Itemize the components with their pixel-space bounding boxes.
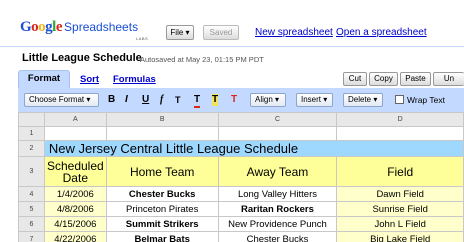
table-row: 2 New Jersey Central Little League Sched…: [18, 140, 464, 157]
row-header[interactable]: 7: [18, 231, 45, 242]
cell[interactable]: [217, 126, 338, 141]
row-header[interactable]: 3: [18, 156, 45, 187]
paste-button[interactable]: Paste: [400, 72, 431, 86]
labs-label: LABS: [136, 36, 149, 41]
document-title[interactable]: Little League Schedule: [22, 52, 142, 64]
table-row: 6 4/15/2006 Summit Strikers New Providen…: [18, 216, 464, 232]
header-cell-home-team[interactable]: Home Team: [105, 156, 219, 187]
cell[interactable]: Belmar Bats: [105, 231, 219, 242]
file-menu-button[interactable]: File ▾: [166, 25, 194, 40]
google-spreadsheets-logo: Google Spreadsheets: [20, 19, 139, 35]
header-cell-away-team[interactable]: Away Team: [217, 156, 338, 187]
tab-formulas[interactable]: Formulas: [113, 74, 156, 85]
top-bar: Google Spreadsheets LABS File ▾ Saved New…: [0, 0, 464, 46]
row-header[interactable]: 4: [18, 186, 45, 202]
align-dropdown[interactable]: Align ▾: [250, 93, 286, 107]
cell[interactable]: Long Valley Hitters: [217, 186, 338, 202]
table-row: 4 1/4/2006 Chester Bucks Long Valley Hit…: [18, 186, 464, 202]
bold-button[interactable]: B: [108, 94, 115, 106]
table-row: 7 4/22/2006 Belmar Bats Chester Bucks Bi…: [18, 231, 464, 242]
cell[interactable]: 4/15/2006: [43, 216, 107, 232]
clear-format-icon[interactable]: T: [231, 94, 237, 106]
autosave-status: Autosaved at May 23, 01:15 PM PDT: [140, 55, 264, 64]
column-header-a[interactable]: A: [43, 112, 107, 127]
cell[interactable]: Chester Bucks: [217, 231, 338, 242]
row-header[interactable]: 1: [18, 126, 45, 141]
row-header[interactable]: 6: [18, 216, 45, 232]
spreadsheet-grid: A B C D 1 2 New Jersey Central Little Le…: [18, 112, 464, 242]
copy-button[interactable]: Copy: [369, 72, 398, 86]
header-cell-date[interactable]: Scheduled Date: [43, 156, 107, 187]
text-color-icon[interactable]: T: [194, 94, 201, 108]
cell[interactable]: John L Field: [336, 216, 464, 232]
cell[interactable]: Summit Strikers: [105, 216, 219, 232]
new-spreadsheet-link[interactable]: New spreadsheet: [255, 27, 333, 38]
cell[interactable]: 1/4/2006: [43, 186, 107, 202]
cell[interactable]: Chester Bucks: [105, 186, 219, 202]
italic-button[interactable]: I: [125, 94, 128, 106]
wrap-text-checkbox[interactable]: [395, 95, 404, 104]
table-row: 5 4/8/2006 Princeton Pirates Raritan Roc…: [18, 201, 464, 217]
open-spreadsheet-link[interactable]: Open a spreadsheet: [336, 27, 427, 38]
header-cell-field[interactable]: Field: [336, 156, 464, 187]
tab-format[interactable]: Format: [18, 70, 70, 89]
delete-dropdown[interactable]: Delete ▾: [343, 93, 383, 107]
cell[interactable]: Princeton Pirates: [105, 201, 219, 217]
column-header-b[interactable]: B: [105, 112, 219, 127]
title-cell[interactable]: New Jersey Central Little League Schedul…: [43, 140, 464, 157]
cell[interactable]: 4/8/2006: [43, 201, 107, 217]
saved-button[interactable]: Saved: [203, 25, 239, 40]
cell[interactable]: Raritan Rockers: [217, 201, 338, 217]
choose-format-dropdown[interactable]: Choose Format ▾: [24, 93, 99, 107]
background-color-icon[interactable]: T: [212, 94, 219, 106]
column-header-row: A B C D: [18, 112, 464, 127]
table-row: 3 Scheduled Date Home Team Away Team Fie…: [18, 156, 464, 187]
cell[interactable]: Sunrise Field: [336, 201, 464, 217]
cell[interactable]: 4/22/2006: [43, 231, 107, 242]
underline-button[interactable]: U: [142, 94, 149, 106]
corner-cell[interactable]: [18, 112, 45, 127]
format-toolbar: Choose Format ▾ B I U f T T T T Align ▾ …: [18, 88, 464, 112]
font-size-icon[interactable]: f: [160, 94, 163, 106]
column-header-c[interactable]: C: [217, 112, 338, 127]
cell[interactable]: New Providence Punch: [217, 216, 338, 232]
column-header-d[interactable]: D: [336, 112, 464, 127]
cell[interactable]: [336, 126, 464, 141]
tab-sort[interactable]: Sort: [80, 74, 99, 85]
row-header[interactable]: 2: [18, 140, 45, 157]
cell[interactable]: Big Lake Field: [336, 231, 464, 242]
undo-button[interactable]: Un: [433, 72, 464, 86]
cut-button[interactable]: Cut: [343, 72, 367, 86]
cell[interactable]: [43, 126, 107, 141]
cell[interactable]: [105, 126, 219, 141]
table-row: 1: [18, 126, 464, 141]
insert-dropdown[interactable]: Insert ▾: [296, 93, 333, 107]
row-header[interactable]: 5: [18, 201, 45, 217]
text-size-icon[interactable]: T: [175, 94, 181, 106]
wrap-text-label: Wrap Text: [407, 95, 445, 105]
tab-bar: Format Sort Formulas Cut Copy Paste Un: [0, 68, 464, 89]
title-bar: Little League Schedule Autosaved at May …: [0, 46, 464, 68]
cell[interactable]: Dawn Field: [336, 186, 464, 202]
